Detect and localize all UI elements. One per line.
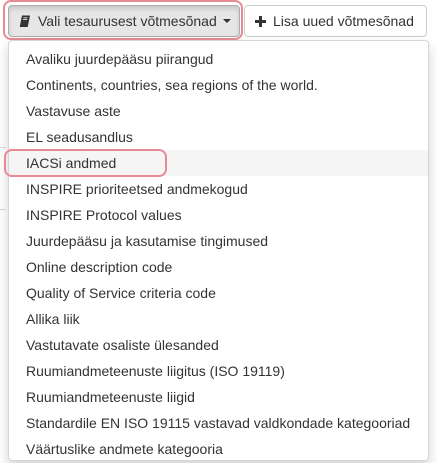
menu-item[interactable]: Ruumiandmeteenuste liigid bbox=[9, 384, 428, 410]
select-thesaurus-label: Vali tesaurusest võtmesõnad bbox=[38, 13, 217, 29]
background-divider bbox=[0, 209, 6, 210]
menu-item[interactable]: Väärtuslike andmete kategooria bbox=[9, 436, 428, 462]
select-thesaurus-button[interactable]: Vali tesaurusest võtmesõnad bbox=[8, 5, 240, 37]
caret-down-icon bbox=[222, 19, 231, 23]
page: Vali tesaurusest võtmesõnad Lisa uued võ… bbox=[0, 0, 437, 463]
menu-item[interactable]: Juurdepääsu ja kasutamise tingimused bbox=[9, 228, 428, 254]
menu-item[interactable]: Online description code bbox=[9, 254, 428, 280]
menu-item[interactable]: Avaliku juurdepääsu piirangud bbox=[9, 46, 428, 72]
menu-item[interactable]: IACSi andmed bbox=[9, 150, 428, 176]
add-keywords-label: Lisa uued võtmesõnad bbox=[273, 13, 414, 29]
book-icon bbox=[19, 15, 31, 28]
thesaurus-dropdown-menu: Avaliku juurdepääsu piirangud Continents… bbox=[8, 40, 429, 461]
menu-item[interactable]: INSPIRE Protocol values bbox=[9, 202, 428, 228]
menu-item[interactable]: Continents, countries, sea regions of th… bbox=[9, 72, 428, 98]
menu-item[interactable]: EL seadusandlus bbox=[9, 124, 428, 150]
add-keywords-button[interactable]: Lisa uued võtmesõnad bbox=[244, 5, 427, 37]
background-divider bbox=[0, 147, 6, 148]
menu-item[interactable]: Vastavuse aste bbox=[9, 98, 428, 124]
menu-item[interactable]: Quality of Service criteria code bbox=[9, 280, 428, 306]
menu-item[interactable]: Allika liik bbox=[9, 306, 428, 332]
menu-item[interactable]: Vastutavate osaliste ülesanded bbox=[9, 332, 428, 358]
menu-item[interactable]: Ruumiandmeteenuste liigitus (ISO 19119) bbox=[9, 358, 428, 384]
menu-item[interactable]: Standardile EN ISO 19115 vastavad valdko… bbox=[9, 410, 428, 436]
plus-icon bbox=[255, 15, 266, 27]
menu-item[interactable]: INSPIRE prioriteetsed andmekogud bbox=[9, 176, 428, 202]
